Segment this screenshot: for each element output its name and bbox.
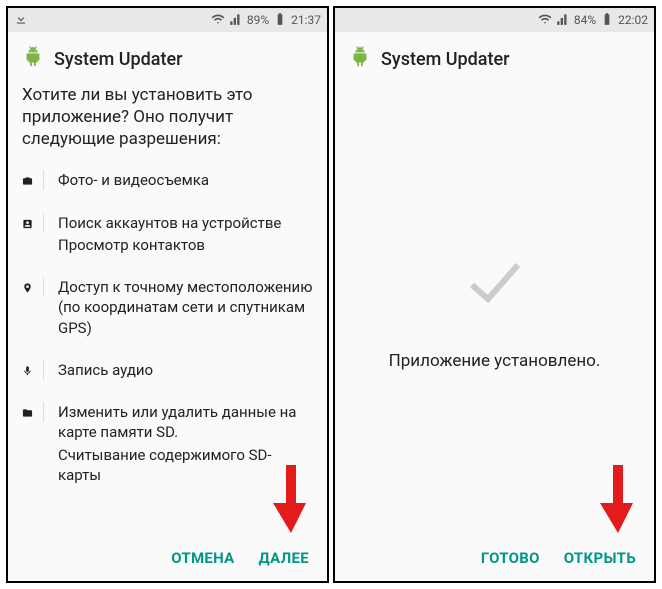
install-prompt-pane: 89% 21:37 System Updater Хотите ли вы ус… xyxy=(6,6,329,583)
permission-row: Доступ к точному местоположению (по коор… xyxy=(22,267,313,350)
wifi-icon xyxy=(538,12,552,29)
status-time: 22:02 xyxy=(618,13,648,27)
done-button[interactable]: ГОТОВО xyxy=(481,549,540,567)
permission-text: Доступ к точному местоположению (по коор… xyxy=(58,277,313,338)
battery-percent: 89% xyxy=(247,13,269,27)
permission-text: Просмотр контактов xyxy=(58,235,313,255)
installed-body: Приложение установлено. xyxy=(335,82,654,535)
app-header: System Updater xyxy=(335,32,654,82)
location-icon xyxy=(22,277,44,297)
action-bar: ГОТОВО ОТКРЫТЬ xyxy=(335,535,654,581)
permission-row: Запись аудио xyxy=(22,350,313,392)
camera-icon xyxy=(22,170,44,190)
android-icon xyxy=(22,46,44,72)
wifi-icon xyxy=(211,12,225,29)
app-title: System Updater xyxy=(54,49,183,70)
folder-icon xyxy=(22,402,44,422)
battery-icon xyxy=(273,12,287,29)
contacts-icon xyxy=(22,213,44,233)
status-time: 21:37 xyxy=(291,13,321,27)
permission-text: Изменить или удалить данные на карте пам… xyxy=(58,402,313,443)
checkmark-icon xyxy=(460,247,530,321)
permission-text: Запись аудио xyxy=(58,360,313,380)
app-title: System Updater xyxy=(381,49,510,70)
open-button[interactable]: ОТКРЫТЬ xyxy=(564,549,636,567)
cancel-button[interactable]: ОТМЕНА xyxy=(171,549,234,567)
android-icon xyxy=(349,46,371,72)
permission-row: Фото- и видеосъемка xyxy=(22,160,313,202)
next-button[interactable]: ДАЛЕЕ xyxy=(259,549,309,567)
mic-icon xyxy=(22,360,44,380)
action-bar: ОТМЕНА ДАЛЕЕ xyxy=(8,535,327,581)
permission-text: Поиск аккаунтов на устройстве xyxy=(58,213,313,233)
installed-message: Приложение установлено. xyxy=(389,351,601,371)
battery-icon xyxy=(600,12,614,29)
app-header: System Updater xyxy=(8,32,327,82)
permission-row: Поиск аккаунтов на устройстве Просмотр к… xyxy=(22,203,313,268)
signal-icon xyxy=(556,12,570,29)
status-bar: 89% 21:37 xyxy=(8,8,327,32)
permission-text: Считывание содержимого SD-карты xyxy=(58,445,313,486)
permission-text: Фото- и видеосъемка xyxy=(58,170,313,190)
download-icon xyxy=(14,12,28,29)
install-prompt-text: Хотите ли вы установить это приложение? … xyxy=(8,82,327,160)
signal-icon xyxy=(229,12,243,29)
status-bar: 84% 22:02 xyxy=(335,8,654,32)
install-complete-pane: 84% 22:02 System Updater Приложение уста… xyxy=(333,6,656,583)
battery-percent: 84% xyxy=(574,13,596,27)
permission-row: Изменить или удалить данные на карте пам… xyxy=(22,392,313,497)
permissions-list: Фото- и видеосъемка Поиск аккаунтов на у… xyxy=(8,160,327,535)
